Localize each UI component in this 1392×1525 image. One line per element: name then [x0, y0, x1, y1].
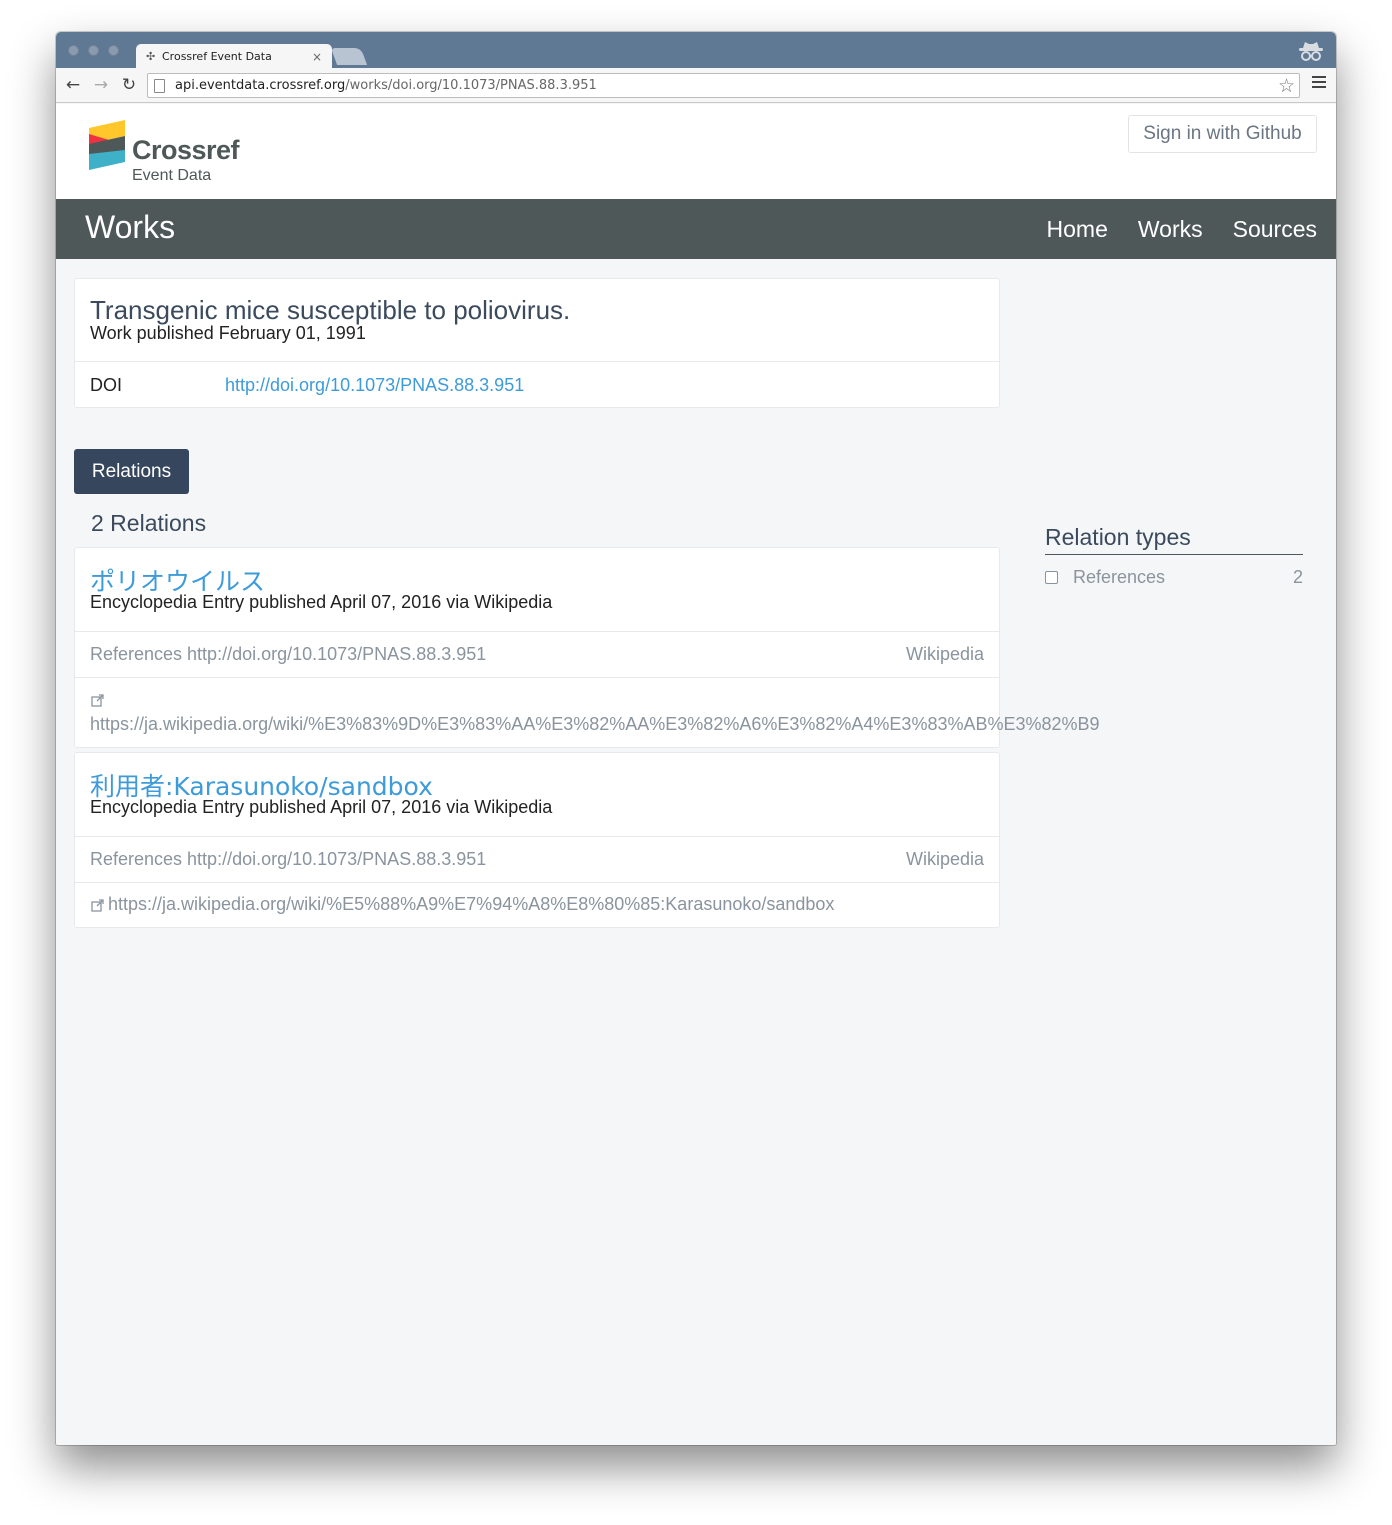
back-arrow-icon[interactable]: ← — [62, 74, 84, 96]
tab-title: Crossref Event Data — [162, 50, 272, 63]
window-minimize-button[interactable] — [88, 45, 99, 56]
facet-checkbox[interactable] — [1045, 571, 1058, 584]
url-host: api.eventdata.crossref.org — [175, 78, 346, 93]
external-link-icon — [91, 899, 104, 912]
new-tab-button[interactable] — [330, 48, 368, 65]
crossref-logo-icon — [89, 120, 125, 170]
page-content: Crossref Event Data Sign in with Github … — [56, 104, 1336, 1445]
site-header: Crossref Event Data Sign in with Github — [56, 104, 1336, 199]
relation-url-row: https://ja.wikipedia.org/wiki/%E3%83%9D%… — [75, 677, 1100, 748]
crossref-logo[interactable]: Crossref Event Data — [89, 120, 249, 186]
url-path: /works/doi.org/10.1073/PNAS.88.3.951 — [345, 78, 597, 93]
facet-label: References — [1073, 567, 1166, 587]
relation-url-link[interactable]: https://ja.wikipedia.org/wiki/%E3%83%9D%… — [90, 714, 1100, 735]
browser-menu-icon[interactable] — [1312, 76, 1326, 90]
relation-type-text: References http://doi.org/10.1073/PNAS.8… — [90, 644, 487, 664]
relation-card: 利用者:Karasunoko/sandbox Encyclopedia Entr… — [74, 752, 1000, 928]
browser-toolbar: ← → ↻ api.eventdata.crossref.org/works/d… — [56, 68, 1336, 103]
relation-published: Encyclopedia Entry published April 07, 2… — [90, 592, 553, 612]
url-text: api.eventdata.crossref.org/works/doi.org… — [175, 78, 597, 93]
facet-references[interactable]: References 2 — [1045, 567, 1303, 591]
page-icon — [154, 78, 165, 93]
bookmark-star-icon[interactable]: ☆ — [1278, 75, 1295, 97]
relation-source: Wikipedia — [905, 849, 984, 869]
browser-window: ✣ Crossref Event Data × ← → ↻ api.eventd… — [56, 32, 1336, 1445]
doi-label: DOI — [90, 375, 123, 395]
browser-tab[interactable]: ✣ Crossref Event Data × — [136, 44, 332, 69]
work-published: Work published February 01, 1991 — [90, 323, 366, 343]
work-title: Transgenic mice susceptible to polioviru… — [90, 295, 571, 325]
nav-link-sources[interactable]: Sources — [1233, 216, 1317, 243]
relation-url-link[interactable]: https://ja.wikipedia.org/wiki/%E5%88%A9%… — [108, 894, 834, 915]
relation-type-row: References http://doi.org/10.1073/PNAS.8… — [75, 631, 999, 677]
address-bar[interactable]: api.eventdata.crossref.org/works/doi.org… — [147, 73, 1300, 98]
relations-tab-button[interactable]: Relations — [74, 449, 189, 494]
relation-type-row: References http://doi.org/10.1073/PNAS.8… — [75, 836, 999, 882]
logo-subtitle: Event Data — [132, 167, 212, 184]
page-title: Works — [85, 209, 176, 245]
nav-link-works[interactable]: Works — [1138, 216, 1203, 243]
incognito-icon — [1299, 42, 1323, 61]
window-close-button[interactable] — [68, 45, 79, 56]
reload-icon[interactable]: ↻ — [118, 74, 140, 96]
nav-links: Home Works Sources — [1017, 199, 1317, 259]
facet-count: 2 — [1292, 567, 1303, 587]
work-card: Transgenic mice susceptible to polioviru… — [74, 278, 1000, 408]
relation-url-row: https://ja.wikipedia.org/wiki/%E5%88%A9%… — [75, 882, 999, 928]
logo-name: Crossref — [132, 135, 240, 165]
relations-count: 2 Relations — [91, 510, 207, 536]
forward-arrow-icon[interactable]: → — [90, 74, 112, 96]
tab-close-icon[interactable]: × — [312, 50, 322, 64]
favicon-icon: ✣ — [146, 49, 156, 63]
nav-link-home[interactable]: Home — [1047, 216, 1108, 243]
window-zoom-button[interactable] — [108, 45, 119, 56]
tab-strip: ✣ Crossref Event Data × — [56, 32, 1336, 69]
work-doi-row: DOI http://doi.org/10.1073/PNAS.88.3.951 — [75, 361, 999, 408]
main-navbar: Works Home Works Sources — [56, 199, 1336, 259]
relation-type-text: References http://doi.org/10.1073/PNAS.8… — [90, 849, 487, 869]
relation-card: ポリオウイルス Encyclopedia Entry published Apr… — [74, 547, 1100, 748]
relation-source: Wikipedia — [905, 644, 984, 664]
doi-link[interactable]: http://doi.org/10.1073/PNAS.88.3.951 — [225, 375, 524, 396]
sign-in-github-button[interactable]: Sign in with Github — [1128, 115, 1317, 153]
relation-published: Encyclopedia Entry published April 07, 2… — [90, 797, 553, 817]
relation-types-heading: Relation types — [1045, 524, 1303, 555]
external-link-icon — [91, 694, 104, 707]
